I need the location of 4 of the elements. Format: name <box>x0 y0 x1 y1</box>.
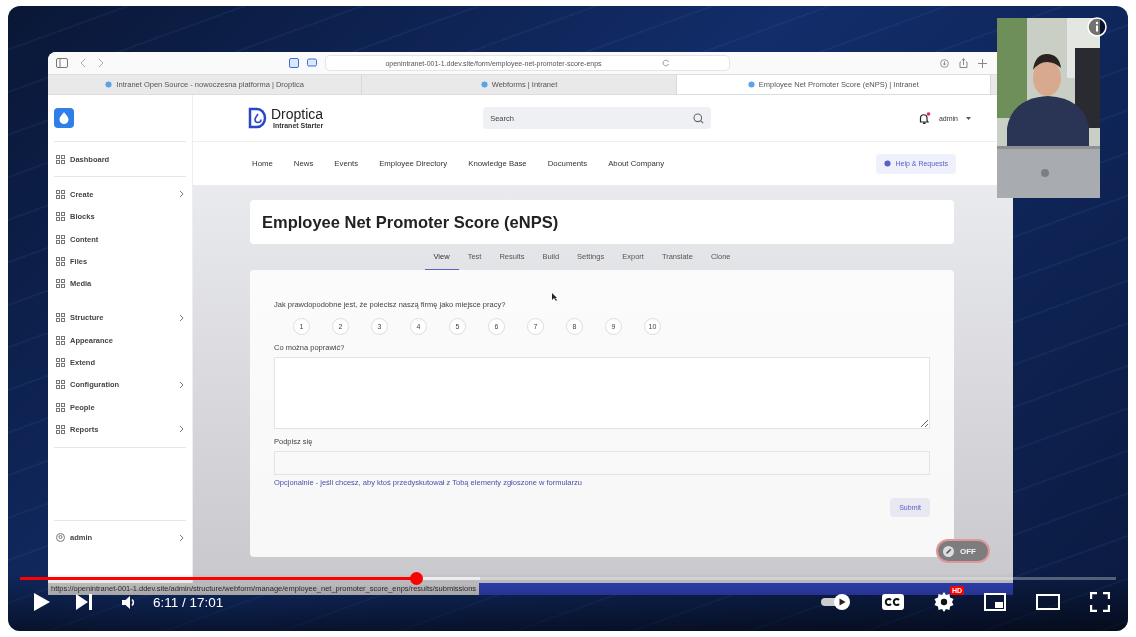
edit-toggle[interactable]: OFF <box>938 541 988 561</box>
time-display: 6:11 / 17:01 <box>153 594 224 610</box>
page-title: Employee Net Promoter Score (eNPS) <box>262 212 559 232</box>
site-logo-text[interactable]: Droptica <box>271 107 324 122</box>
